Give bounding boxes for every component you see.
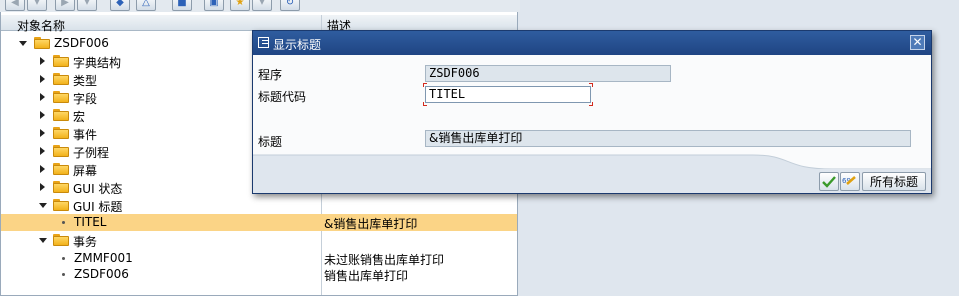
collapsed-icon[interactable] [40, 57, 45, 65]
folder-open-icon [53, 234, 69, 246]
tree-node-label: TITEL [74, 215, 107, 229]
tree-node-label: ZSDF006 [74, 267, 129, 281]
leaf-bullet-icon [62, 273, 65, 276]
refresh-icon[interactable]: ↻ [280, 0, 300, 11]
collapsed-icon[interactable] [40, 183, 45, 191]
folder-icon [53, 145, 69, 157]
focus-corner [589, 102, 593, 106]
collapsed-icon[interactable] [40, 93, 45, 101]
hierarchy-icon[interactable]: ■ [172, 0, 192, 11]
dialog-title-bar[interactable]: 显示标题 ✕ [253, 31, 931, 55]
expanded-icon[interactable] [19, 41, 27, 46]
dialog-footer: 69 所有标题 [253, 169, 931, 193]
tree-node-transactions[interactable]: 事务 [1, 232, 517, 249]
where-used-icon: 69 [842, 175, 856, 185]
check-icon [822, 175, 836, 188]
where-used-button[interactable]: 69 [840, 172, 860, 191]
title-field: &销售出库单打印 [425, 130, 911, 147]
folder-icon [53, 91, 69, 103]
tree-node-label: ZMMF001 [74, 251, 133, 265]
folder-open-icon [34, 37, 50, 49]
focus-corner [589, 83, 593, 87]
collapsed-icon[interactable] [40, 129, 45, 137]
tree-node-label: 字段 [73, 92, 98, 106]
continue-button[interactable] [819, 172, 839, 191]
display-object-list-icon[interactable]: ▣ [204, 0, 224, 11]
tree-node-label: 类型 [73, 74, 98, 88]
back-icon[interactable]: ◀ [5, 0, 25, 11]
tree-node-label: GUI 状态 [73, 182, 123, 196]
leaf-bullet-icon [62, 257, 65, 260]
tree-node-label: GUI 标题 [73, 200, 123, 214]
tree-node-label: 事务 [73, 235, 98, 249]
tree-node-titel-selected[interactable]: TITEL &销售出库单打印 [1, 214, 517, 231]
tree-node-label: 子例程 [73, 146, 110, 160]
collapsed-icon[interactable] [40, 147, 45, 155]
expanded-icon[interactable] [39, 203, 47, 208]
folder-open-icon [53, 199, 69, 211]
dialog-divider [253, 154, 931, 171]
tree-node-label: 字典结构 [73, 56, 122, 70]
collapsed-icon[interactable] [40, 165, 45, 173]
folder-icon [53, 181, 69, 193]
tree-node-label: 屏幕 [73, 164, 98, 178]
program-field: ZSDF006 [425, 65, 671, 82]
folder-icon [53, 127, 69, 139]
expanded-icon[interactable] [39, 238, 47, 243]
application-toolbar: ◀ ▾ ▶ ▾ ◆ △ ■ ▣ ★ ▾ ↻ [0, 0, 520, 12]
folder-icon [53, 109, 69, 121]
tree-header: 对象名称 描述 [1, 15, 517, 34]
title-code-field[interactable]: TITEL [425, 86, 591, 103]
tree-node-label: 事件 [73, 128, 98, 142]
tree-node-transaction-zmmf001[interactable]: ZMMF001 未过账销售出库单打印 [1, 250, 517, 267]
tree-node-label: ZSDF006 [54, 36, 109, 50]
favorites-dropdown-icon[interactable]: ▾ [252, 0, 272, 11]
where-used-icon[interactable]: ◆ [110, 0, 130, 11]
focus-corner [423, 83, 427, 87]
focus-corner [423, 102, 427, 106]
display-title-dialog: 显示标题 ✕ 程序 ZSDF006 标题代码 TITEL 标题 &销售出库单打印… [252, 30, 932, 194]
tree-node-gui-titles[interactable]: GUI 标题 [1, 197, 517, 214]
folder-icon [53, 73, 69, 85]
dialog-title: 显示标题 [273, 38, 322, 52]
folder-icon [53, 163, 69, 175]
back-dropdown-icon[interactable]: ▾ [27, 0, 47, 11]
tree-node-label: 宏 [73, 110, 86, 124]
forward-icon[interactable]: ▶ [55, 0, 75, 11]
display-dialog-icon [258, 37, 269, 48]
leaf-bullet-icon [62, 221, 65, 224]
close-icon[interactable]: ✕ [910, 35, 925, 50]
folder-icon [53, 55, 69, 67]
all-titles-button[interactable]: 所有标题 [862, 172, 926, 191]
tree-node-description: &销售出库单打印 [324, 217, 418, 231]
program-label: 程序 [258, 68, 283, 82]
forward-dropdown-icon[interactable]: ▾ [77, 0, 97, 11]
tree-node-description: 销售出库单打印 [324, 269, 409, 283]
title-label: 标题 [258, 135, 283, 149]
display-icon[interactable]: △ [136, 0, 156, 11]
collapsed-icon[interactable] [40, 75, 45, 83]
title-code-label: 标题代码 [258, 90, 307, 104]
col-object-name[interactable]: 对象名称 [17, 17, 65, 34]
tree-node-transaction-zsdf006[interactable]: ZSDF006 销售出库单打印 [1, 266, 517, 283]
favorites-icon[interactable]: ★ [230, 0, 250, 11]
collapsed-icon[interactable] [40, 111, 45, 119]
